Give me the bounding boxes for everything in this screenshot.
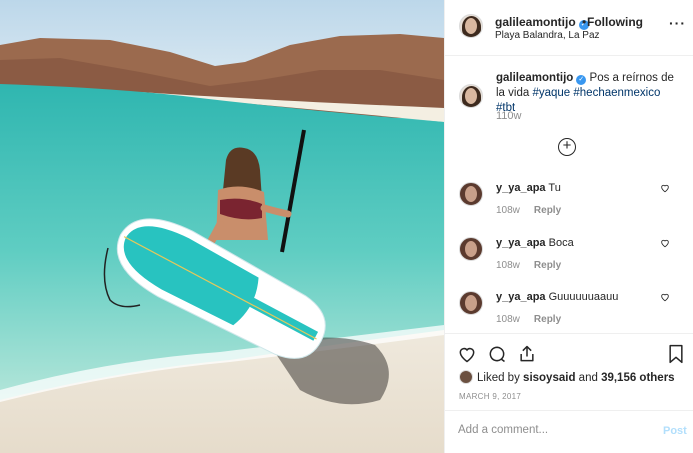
author-avatar[interactable]: [459, 14, 483, 38]
post-comment-button[interactable]: Post: [663, 425, 687, 437]
like-heart-icon[interactable]: [457, 344, 477, 364]
comment-bubble-icon[interactable]: [487, 344, 507, 364]
hashtag-link[interactable]: #hechaenmexico: [573, 87, 660, 99]
comment-text: y_ya_apa Boca: [496, 237, 574, 249]
caption-text: galileamontijo ✓ Pos a reírnos de la vida…: [496, 71, 682, 116]
author-username[interactable]: galileamontijo ✓: [495, 15, 589, 30]
comment-body: Boca: [548, 237, 574, 249]
verified-badge-icon: ✓: [576, 75, 587, 85]
author-username-text[interactable]: galileamontijo: [495, 15, 576, 29]
post-details-panel: galileamontijo ✓ • Following Playa Baland…: [444, 0, 693, 453]
liker-avatar[interactable]: [459, 370, 473, 384]
caption-author-avatar[interactable]: [459, 84, 483, 108]
likes-count-link[interactable]: 39,156 others: [601, 372, 675, 384]
comment-username[interactable]: y_ya_apa: [496, 237, 546, 249]
load-more-comments-icon[interactable]: +: [558, 138, 576, 156]
caption-timestamp[interactable]: 110w: [496, 110, 521, 122]
comment-body: Tu: [548, 182, 561, 194]
comment-item: y_ya_apa Tu 108w Reply: [445, 182, 693, 226]
comment-time[interactable]: 108w: [496, 314, 520, 325]
add-comment-input[interactable]: [458, 424, 638, 436]
comment-item: y_ya_apa Guuuuuuaauu 108w Reply: [445, 291, 693, 335]
comment-text: y_ya_apa Tu: [496, 182, 561, 194]
reply-button[interactable]: Reply: [534, 260, 561, 271]
like-comment-heart-icon[interactable]: [660, 183, 670, 193]
add-comment-bar: Post: [445, 410, 693, 453]
more-options-icon[interactable]: ···: [669, 15, 686, 31]
post-actions-bar: [445, 333, 693, 373]
like-comment-heart-icon[interactable]: [660, 238, 670, 248]
comment-time[interactable]: 108w: [496, 205, 520, 216]
commenter-avatar[interactable]: [459, 182, 483, 206]
paddleboard-photo: [0, 0, 444, 453]
hashtag-link[interactable]: #yaque: [532, 87, 570, 99]
comment-text: y_ya_apa Guuuuuuaauu: [496, 291, 618, 303]
post-photo[interactable]: [0, 0, 444, 453]
header-separator: •: [582, 15, 587, 29]
caption-username[interactable]: galileamontijo: [496, 72, 573, 84]
comment-meta: 108w Reply: [496, 314, 561, 325]
likes-summary: Liked by sisoysaid and 39,156 others: [459, 370, 675, 384]
comment-meta: 108w Reply: [496, 260, 561, 271]
comment-username[interactable]: y_ya_apa: [496, 291, 546, 303]
post-header: galileamontijo ✓ • Following Playa Baland…: [445, 0, 693, 56]
liker-username[interactable]: sisoysaid: [523, 372, 575, 384]
commenter-avatar[interactable]: [459, 291, 483, 315]
comment-time[interactable]: 108w: [496, 260, 520, 271]
comment-item: y_ya_apa Boca 108w Reply: [445, 237, 693, 281]
reply-button[interactable]: Reply: [534, 314, 561, 325]
share-icon[interactable]: [517, 344, 537, 364]
location-link[interactable]: Playa Balandra, La Paz: [495, 30, 600, 41]
post-date[interactable]: MARCH 9, 2017: [459, 392, 521, 401]
comment-username[interactable]: y_ya_apa: [496, 182, 546, 194]
save-bookmark-icon[interactable]: [667, 344, 685, 364]
likes-middle: and: [578, 372, 598, 384]
likes-prefix: Liked by: [477, 372, 520, 384]
comment-meta: 108w Reply: [496, 205, 561, 216]
following-button[interactable]: Following: [587, 15, 643, 29]
like-comment-heart-icon[interactable]: [660, 292, 670, 302]
comment-body: Guuuuuuaauu: [548, 291, 619, 303]
commenter-avatar[interactable]: [459, 237, 483, 261]
reply-button[interactable]: Reply: [534, 205, 561, 216]
